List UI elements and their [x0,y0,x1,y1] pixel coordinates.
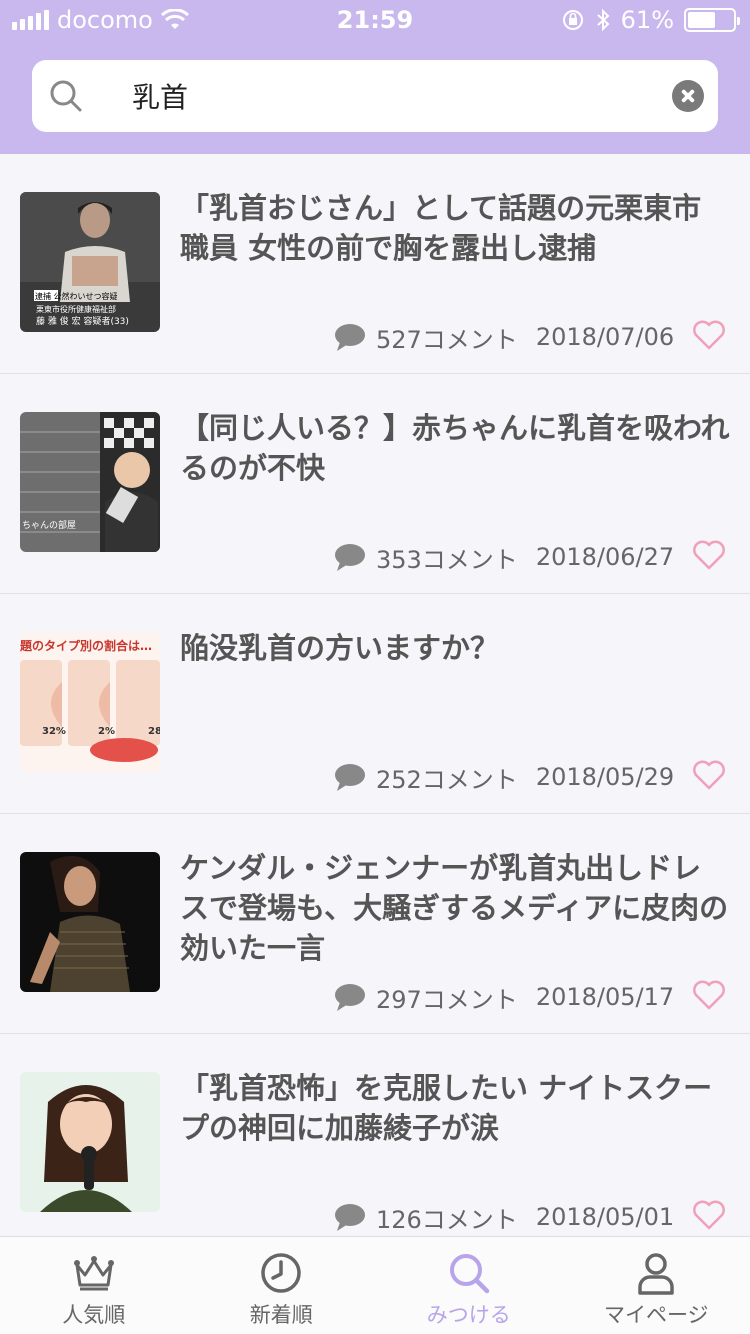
comment-count: 252コメント [376,765,518,794]
list-item[interactable]: 逮捕 公然わいせつ容疑 栗東市役所健康福祉部 藤 雅 俊 宏 容疑者(33) 「… [0,154,750,374]
comment-count: 353コメント [376,545,518,574]
battery-icon [684,8,740,32]
rotation-lock-icon [562,10,583,30]
search-bar [32,60,718,132]
heart-icon[interactable] [692,540,726,570]
article-title[interactable]: 「乳首おじさん」として話題の元栗東市職員 女性の前で胸を露出し逮捕 [180,188,730,268]
search-input[interactable] [132,70,672,122]
article-title[interactable]: 陥没乳首の方いますか？ [180,628,730,668]
list-item[interactable]: 題のタイプ別の割合は… 32% 2% 28 陥没乳首の方いますか？ 252コメン… [0,594,750,814]
list-item[interactable]: 「乳首恐怖」を克服したい ナイトスクープの神回に加藤綾子が涙 126コメント 2… [0,1034,750,1254]
tab-mypage[interactable]: マイページ [563,1237,750,1334]
thumb-caption: 32% [42,726,66,737]
comment-icon [335,324,365,351]
comment-icon [335,764,365,791]
search-icon [449,1254,489,1294]
battery-percent: 61% [620,6,674,34]
heart-icon[interactable] [692,980,726,1010]
header: docomo 21:59 61% [0,0,750,154]
tab-label: 人気順 [62,1303,126,1327]
comment-count: 297コメント [376,985,518,1014]
heart-icon[interactable] [692,760,726,790]
article-date: 2018/06/27 [535,543,675,571]
thumb-caption: 題のタイプ別の割合は… [20,638,152,653]
list-item[interactable]: ちゃんの部屋 【同じ人いる？】赤ちゃんに乳首を吸われるのが不快 353コメント … [0,374,750,594]
user-icon [638,1253,674,1295]
thumb-caption: 逮捕 公然わいせつ容疑 [35,291,118,301]
list-item[interactable]: ケンダル・ジェンナーが乳首丸出しドレスで登場も、大騒ぎするメディアに皮肉の効いた… [0,814,750,1034]
article-meta: 126コメント 2018/05/01 [334,1200,674,1234]
thumb-caption: 28 [148,726,160,737]
tab-new[interactable]: 新着順 [188,1237,376,1334]
article-date: 2018/05/29 [535,763,675,791]
tab-search[interactable]: みつける [375,1237,563,1334]
tab-label: マイページ [603,1303,709,1327]
article-meta: 297コメント 2018/05/17 [334,980,674,1014]
heart-icon[interactable] [692,320,726,350]
article-meta: 252コメント 2018/05/29 [334,760,674,794]
thumb-caption: 栗東市役所健康福祉部 [36,304,116,314]
article-date: 2018/05/01 [535,1203,675,1231]
comment-icon [335,544,365,571]
article-date: 2018/07/06 [535,323,675,351]
article-meta: 527コメント 2018/07/06 [334,320,674,354]
article-title[interactable]: ケンダル・ジェンナーが乳首丸出しドレスで登場も、大騒ぎするメディアに皮肉の効いた… [180,848,730,968]
clear-search-button[interactable] [672,80,704,112]
article-thumbnail: ちゃんの部屋 [20,412,160,552]
thumb-caption: 2% [98,726,115,737]
tab-popular[interactable]: 人気順 [0,1237,188,1334]
tab-label: 新着順 [249,1303,313,1327]
article-meta: 353コメント 2018/06/27 [334,540,674,574]
tab-bar: 人気順 新着順 みつける マイページ [0,1236,750,1334]
thumb-caption: 藤 雅 俊 宏 容疑者(33) [36,315,129,327]
article-date: 2018/05/17 [535,983,675,1011]
article-thumbnail [20,1072,160,1212]
comment-count: 126コメント [376,1205,518,1234]
article-list: 逮捕 公然わいせつ容疑 栗東市役所健康福祉部 藤 雅 俊 宏 容疑者(33) 「… [0,154,750,1254]
article-title[interactable]: 【同じ人いる？】赤ちゃんに乳首を吸われるのが不快 [180,408,730,488]
thumb-caption: ちゃんの部屋 [22,519,76,531]
comment-count: 527コメント [376,325,518,354]
comment-icon [335,984,365,1011]
search-icon [50,80,82,112]
clock-icon [261,1253,301,1293]
article-thumbnail: 題のタイプ別の割合は… 32% 2% 28 [20,632,160,772]
comment-icon [335,1204,365,1231]
status-bar: docomo 21:59 61% [0,0,750,40]
heart-icon[interactable] [692,1200,726,1230]
crown-icon [73,1256,114,1291]
tab-label: みつける [426,1303,511,1327]
article-thumbnail [20,852,160,992]
bluetooth-icon [596,8,610,32]
article-thumbnail: 逮捕 公然わいせつ容疑 栗東市役所健康福祉部 藤 雅 俊 宏 容疑者(33) [20,192,160,332]
article-title[interactable]: 「乳首恐怖」を克服したい ナイトスクープの神回に加藤綾子が涙 [180,1068,730,1148]
